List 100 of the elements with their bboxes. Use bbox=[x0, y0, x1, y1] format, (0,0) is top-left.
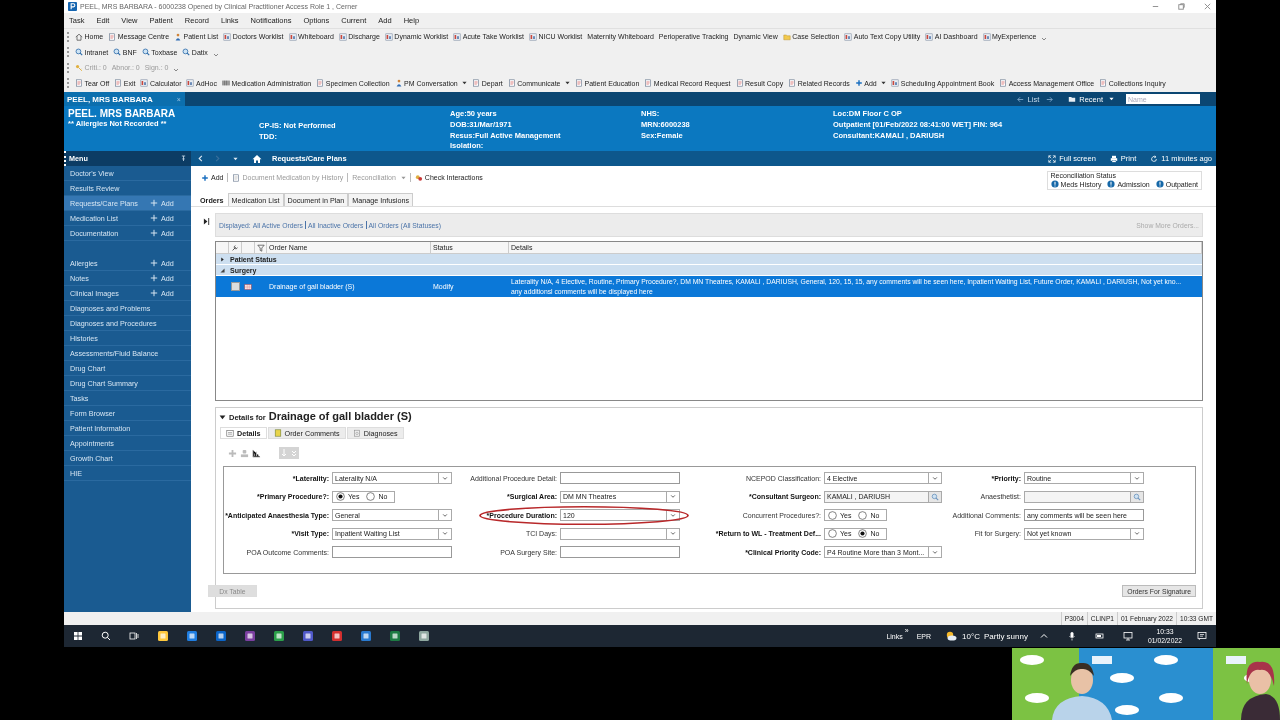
filter-icon[interactable] bbox=[257, 243, 265, 252]
overflow-chevron-icon[interactable] bbox=[173, 67, 180, 74]
home-icon[interactable] bbox=[252, 153, 262, 164]
key-icon bbox=[75, 63, 83, 72]
app-icon[interactable] bbox=[156, 630, 169, 642]
text-field[interactable] bbox=[332, 546, 452, 559]
plus-icon bbox=[201, 173, 209, 182]
restore-icon[interactable] bbox=[1177, 2, 1186, 11]
search-icon bbox=[141, 48, 150, 57]
document-icon bbox=[114, 79, 123, 88]
search-icon bbox=[182, 48, 191, 57]
grid-icon bbox=[925, 32, 934, 41]
caret-icon bbox=[881, 81, 887, 86]
radio-button-icon[interactable] bbox=[336, 492, 345, 502]
app-icon[interactable] bbox=[243, 630, 256, 642]
document-icon bbox=[788, 79, 797, 88]
forward-arrow-icon[interactable] bbox=[1045, 94, 1055, 104]
chevron-down-icon bbox=[932, 475, 938, 481]
app-icon[interactable] bbox=[330, 630, 343, 642]
document-icon bbox=[316, 79, 325, 88]
app-icon[interactable] bbox=[359, 630, 372, 642]
chevron-down-icon bbox=[442, 512, 448, 518]
lookup-field[interactable] bbox=[1024, 490, 1144, 503]
form-icon bbox=[226, 429, 234, 437]
grid-icon bbox=[453, 32, 462, 41]
expand-panel-icon[interactable] bbox=[203, 217, 210, 226]
monitor-icon[interactable] bbox=[1122, 631, 1133, 641]
search-icon[interactable] bbox=[101, 631, 111, 641]
alert-icon bbox=[1107, 180, 1116, 188]
pills-icon bbox=[414, 173, 423, 182]
document-icon bbox=[108, 32, 117, 41]
app-icon[interactable] bbox=[417, 630, 430, 642]
home-icon bbox=[75, 32, 83, 41]
collapse-triangle-icon[interactable] bbox=[219, 415, 226, 420]
sun-cloud-icon[interactable] bbox=[945, 630, 958, 642]
note-icon bbox=[273, 429, 282, 437]
grid-icon bbox=[186, 79, 195, 88]
bar-chart-icon[interactable] bbox=[252, 448, 261, 458]
temperature[interactable]: 10°C bbox=[962, 631, 980, 641]
caret-icon bbox=[564, 81, 570, 86]
chevron-down-icon bbox=[1134, 531, 1140, 537]
caret-icon bbox=[233, 156, 238, 161]
text-field[interactable] bbox=[560, 546, 680, 559]
order-sheet-icon bbox=[244, 282, 252, 291]
collapse-triangle-icon[interactable] bbox=[220, 267, 225, 273]
caret-icon bbox=[400, 175, 406, 180]
grid-icon bbox=[338, 32, 347, 41]
printer-icon bbox=[1109, 154, 1118, 163]
barcode-icon bbox=[222, 79, 230, 88]
plus-icon bbox=[150, 274, 158, 282]
search-icon bbox=[75, 48, 83, 57]
app-icon[interactable] bbox=[272, 630, 285, 642]
grid-icon bbox=[982, 32, 991, 41]
chevron-down-icon bbox=[670, 531, 676, 537]
plus-icon bbox=[854, 79, 863, 88]
app-icon[interactable] bbox=[185, 630, 198, 642]
chevron-down-icon bbox=[670, 494, 676, 500]
plus-icon bbox=[150, 229, 158, 237]
document-icon bbox=[472, 79, 481, 88]
plus-icon bbox=[150, 289, 158, 297]
document-icon bbox=[507, 79, 516, 88]
expand-triangle-icon[interactable] bbox=[220, 256, 225, 262]
grid-icon bbox=[140, 79, 149, 88]
radio-button-icon[interactable] bbox=[366, 492, 376, 502]
checkbox[interactable] bbox=[231, 282, 240, 291]
chevron-up-icon[interactable] bbox=[1038, 631, 1049, 641]
battery-icon[interactable] bbox=[1094, 631, 1105, 641]
microphone-icon[interactable] bbox=[1066, 631, 1077, 641]
notification-icon[interactable] bbox=[1197, 631, 1207, 641]
weather-label[interactable]: Partly sunny bbox=[983, 631, 1028, 641]
close-icon[interactable] bbox=[1203, 2, 1212, 11]
document-icon bbox=[1099, 79, 1108, 88]
document-icon bbox=[735, 79, 744, 88]
details-title: Drainage of gall bladder (S) bbox=[268, 410, 412, 422]
wrench-icon[interactable] bbox=[231, 243, 239, 252]
chevron-down-icon bbox=[670, 512, 676, 518]
back-icon[interactable] bbox=[196, 154, 205, 163]
task-view-icon[interactable] bbox=[129, 631, 139, 641]
chevron-down-icon bbox=[442, 531, 448, 537]
back-arrow-icon[interactable] bbox=[1015, 94, 1025, 104]
grid-icon bbox=[288, 32, 297, 41]
dropdown-field[interactable] bbox=[560, 527, 680, 540]
refresh-icon bbox=[1150, 154, 1159, 163]
person-icon bbox=[174, 32, 183, 41]
grid-icon bbox=[844, 32, 853, 41]
app-icon[interactable] bbox=[301, 630, 314, 642]
app-icon[interactable] bbox=[214, 630, 227, 642]
clipboard-icon bbox=[352, 429, 361, 437]
caret-icon bbox=[462, 81, 468, 86]
windows-logo-icon[interactable] bbox=[73, 631, 83, 641]
overflow-chevron-icon[interactable] bbox=[212, 51, 219, 58]
pin-icon[interactable] bbox=[181, 155, 186, 162]
alert-icon bbox=[1050, 180, 1059, 188]
document-icon bbox=[75, 79, 83, 88]
plus-icon bbox=[150, 199, 158, 207]
app-icon[interactable] bbox=[388, 630, 401, 642]
grid-icon bbox=[891, 79, 900, 88]
overflow-chevron-icon[interactable] bbox=[1041, 36, 1048, 43]
document-icon bbox=[999, 79, 1008, 88]
text-field[interactable] bbox=[560, 472, 680, 485]
